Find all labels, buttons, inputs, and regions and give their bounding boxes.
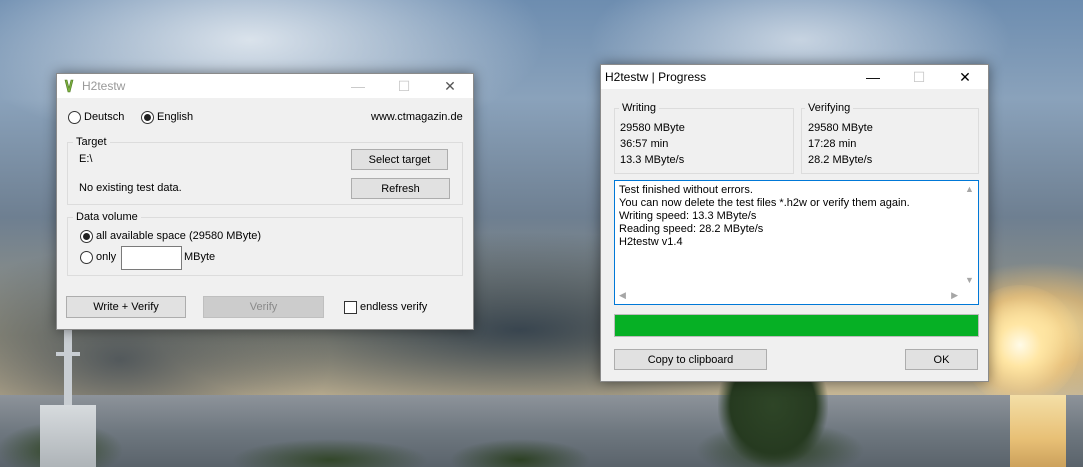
wallpaper-monument	[40, 405, 96, 467]
minimize-button[interactable]: —	[335, 74, 381, 98]
close-button[interactable]: ✕	[427, 74, 473, 98]
verify-button[interactable]: Verify	[203, 296, 324, 318]
only-unit-label: MByte	[184, 251, 216, 263]
h2testw-progress-window: H2testw | Progress — ☐ ✕ Writing 29580 M…	[600, 64, 989, 382]
scroll-up-icon[interactable]: ▲	[965, 184, 974, 194]
scroll-right-icon[interactable]: ▶	[951, 290, 958, 301]
progress-window-title: H2testw | Progress	[605, 70, 707, 84]
vertical-scrollbar[interactable]: ▲ ▼	[961, 181, 978, 287]
maximize-button[interactable]: ☐	[381, 74, 427, 98]
target-path: E:\	[79, 153, 93, 165]
target-status: No existing test data.	[79, 182, 182, 194]
radio-english[interactable]	[141, 111, 154, 124]
writing-time: 36:57 min	[620, 138, 669, 150]
only-size-input[interactable]	[121, 246, 182, 270]
all-space-label: all available space (29580 MByte)	[96, 230, 262, 242]
wallpaper-cross-arm	[56, 352, 80, 356]
scroll-down-icon[interactable]: ▼	[965, 275, 974, 285]
horizontal-scrollbar[interactable]: ◀ ▶	[615, 287, 961, 304]
progress-bar-fill	[615, 315, 978, 336]
main-titlebar[interactable]: H2testw — ☐ ✕	[57, 74, 473, 98]
scroll-left-icon[interactable]: ◀	[619, 290, 626, 301]
only-label: only	[96, 251, 117, 263]
h2testw-main-window: H2testw — ☐ ✕ Deutsch English www.ctmaga…	[56, 73, 474, 330]
progress-bar	[614, 314, 979, 337]
data-volume-group-title: Data volume	[73, 211, 141, 223]
target-group-title: Target	[73, 136, 110, 148]
log-line: H2testw v1.4	[619, 236, 683, 248]
verifying-time: 17:28 min	[808, 138, 857, 150]
verifying-group-title: Verifying	[805, 102, 854, 114]
radio-deutsch-label: Deutsch	[84, 111, 125, 123]
endless-verify-checkbox[interactable]	[344, 301, 357, 314]
progress-close-button[interactable]: ✕	[942, 65, 988, 89]
verifying-size: 29580 MByte	[808, 122, 873, 134]
progress-maximize-button[interactable]: ☐	[896, 65, 942, 89]
website-link[interactable]: www.ctmagazin.de	[371, 111, 463, 123]
radio-all-space[interactable]	[80, 230, 93, 243]
progress-minimize-button[interactable]: —	[850, 65, 896, 89]
write-verify-button[interactable]: Write + Verify	[66, 296, 186, 318]
writing-group-title: Writing	[619, 102, 660, 114]
log-line: Reading speed: 28.2 MByte/s	[619, 223, 764, 235]
wallpaper-cross	[64, 330, 72, 410]
progress-titlebar[interactable]: H2testw | Progress — ☐ ✕	[601, 65, 988, 89]
log-line: You can now delete the test files *.h2w …	[619, 197, 910, 209]
log-line: Writing speed: 13.3 MByte/s	[619, 210, 757, 222]
refresh-button[interactable]: Refresh	[351, 178, 450, 199]
ok-button[interactable]: OK	[905, 349, 978, 370]
verifying-speed: 28.2 MByte/s	[808, 154, 873, 166]
main-window-title: H2testw	[82, 79, 126, 93]
log-textarea[interactable]: Test finished without errors. You can no…	[614, 180, 979, 305]
writing-size: 29580 MByte	[620, 122, 685, 134]
app-icon	[64, 79, 74, 93]
radio-only[interactable]	[80, 251, 93, 264]
wallpaper-shore	[0, 420, 1083, 467]
copy-to-clipboard-button[interactable]: Copy to clipboard	[614, 349, 767, 370]
log-line: Test finished without errors.	[619, 184, 753, 196]
writing-speed: 13.3 MByte/s	[620, 154, 685, 166]
select-target-button[interactable]: Select target	[351, 149, 448, 170]
radio-deutsch[interactable]	[68, 111, 81, 124]
radio-english-label: English	[157, 111, 194, 123]
endless-verify-label: endless verify	[360, 301, 428, 313]
